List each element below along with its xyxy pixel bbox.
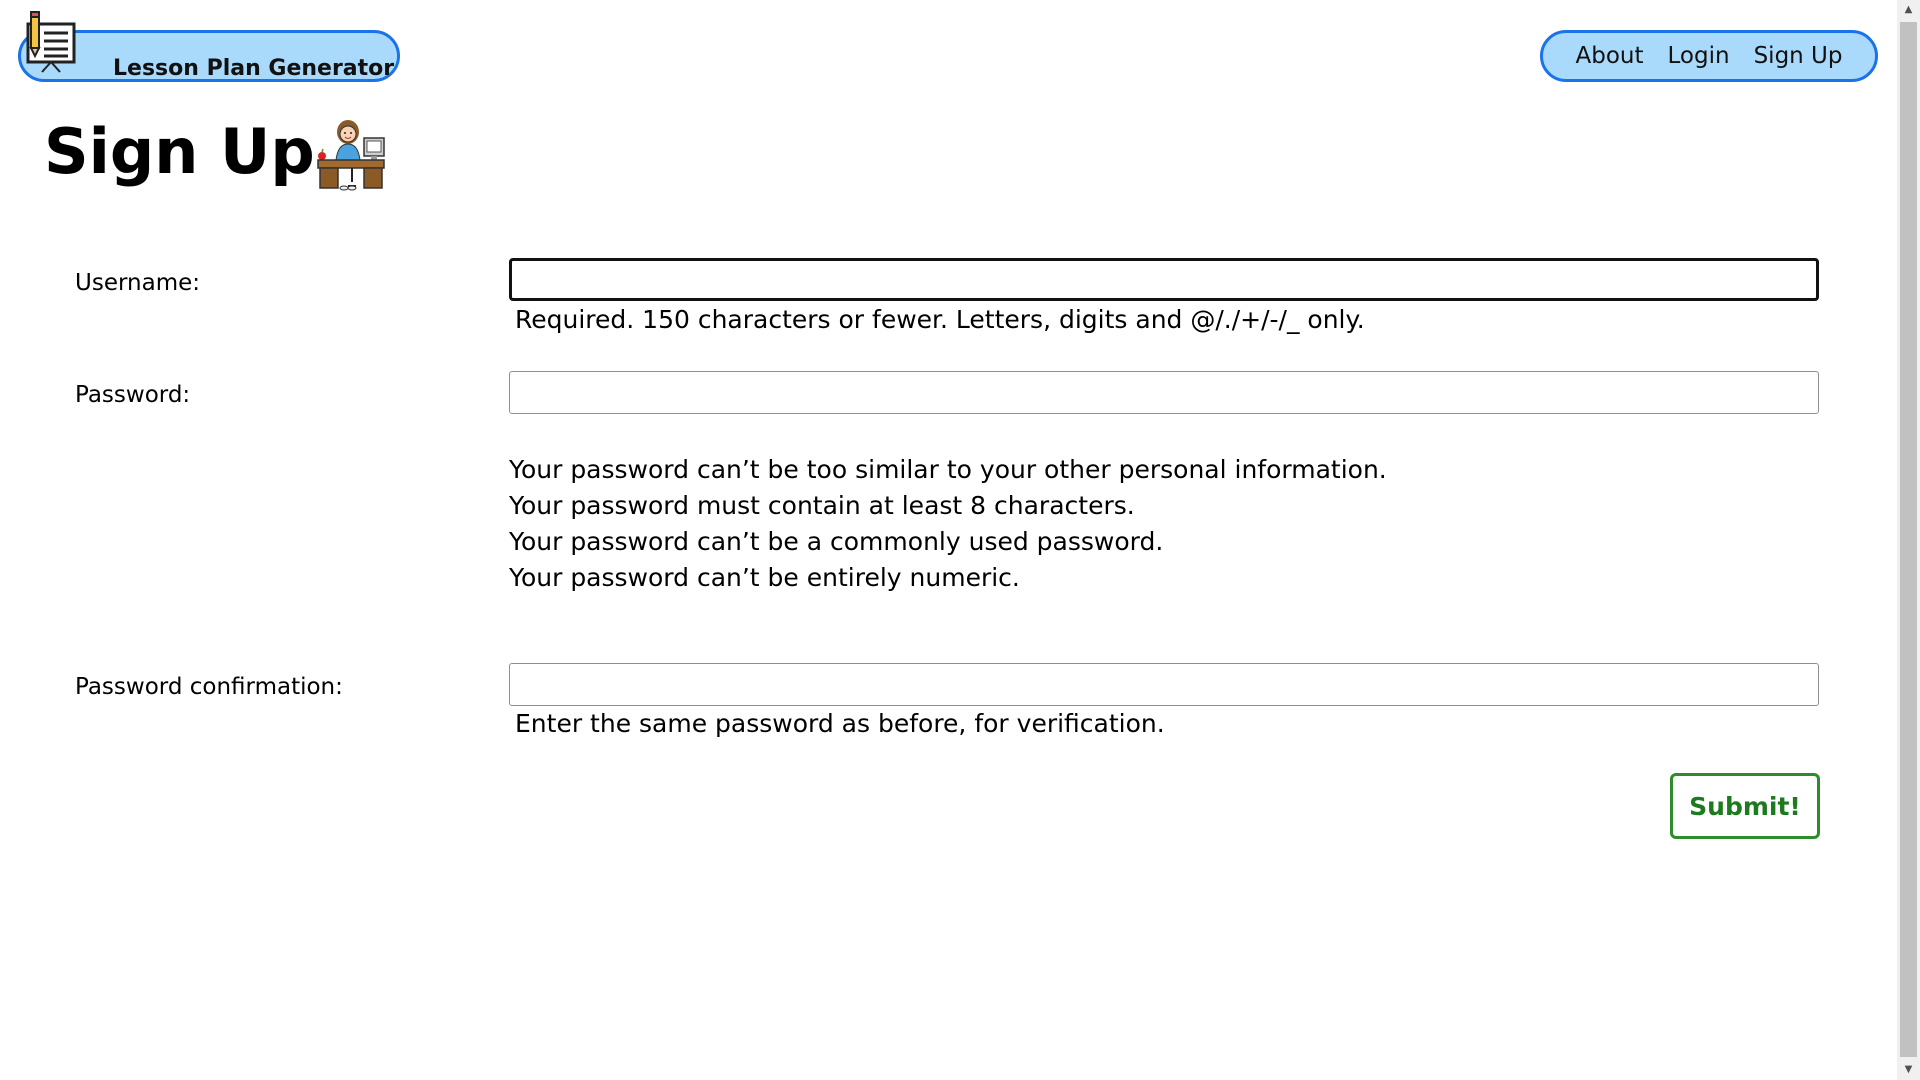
nav-about-link[interactable]: About <box>1576 43 1644 69</box>
password-rule-item: Your password can’t be a commonly used p… <box>509 527 1164 556</box>
username-help-text: Required. 150 characters or fewer. Lette… <box>515 305 1365 334</box>
username-input[interactable] <box>509 258 1819 301</box>
password-rule-item: Your password can’t be entirely numeric. <box>509 563 1020 592</box>
page-title: Sign Up <box>44 115 315 188</box>
scroll-down-arrow-icon[interactable]: ▼ <box>1897 1060 1920 1080</box>
password-confirmation-input[interactable] <box>509 663 1819 706</box>
password-label: Password: <box>75 382 191 408</box>
submit-button[interactable]: Submit! <box>1670 773 1820 839</box>
password-rule-item: Your password can’t be too similar to yo… <box>509 455 1387 484</box>
signup-page: Lesson Plan Generator About Login Sign U… <box>0 0 1920 1080</box>
scrollbar-thumb[interactable] <box>1900 22 1917 1057</box>
username-label: Username: <box>75 270 200 296</box>
scroll-up-arrow-icon[interactable]: ▲ <box>1897 0 1920 20</box>
main-nav: About Login Sign Up <box>1540 30 1878 82</box>
password-confirmation-help-text: Enter the same password as before, for v… <box>515 709 1165 738</box>
nav-login-link[interactable]: Login <box>1668 43 1730 69</box>
lesson-board-icon <box>26 11 76 73</box>
password-rules-list: Your password can’t be too similar to yo… <box>509 452 1387 596</box>
password-rule-item: Your password must contain at least 8 ch… <box>509 491 1135 520</box>
teacher-at-desk-icon <box>317 120 385 191</box>
password-input[interactable] <box>509 371 1819 414</box>
vertical-scrollbar[interactable]: ▲ ▼ <box>1897 0 1920 1080</box>
password-confirmation-label: Password confirmation: <box>75 674 343 700</box>
brand-label: Lesson Plan Generator <box>113 56 395 81</box>
nav-signup-link[interactable]: Sign Up <box>1754 43 1843 69</box>
